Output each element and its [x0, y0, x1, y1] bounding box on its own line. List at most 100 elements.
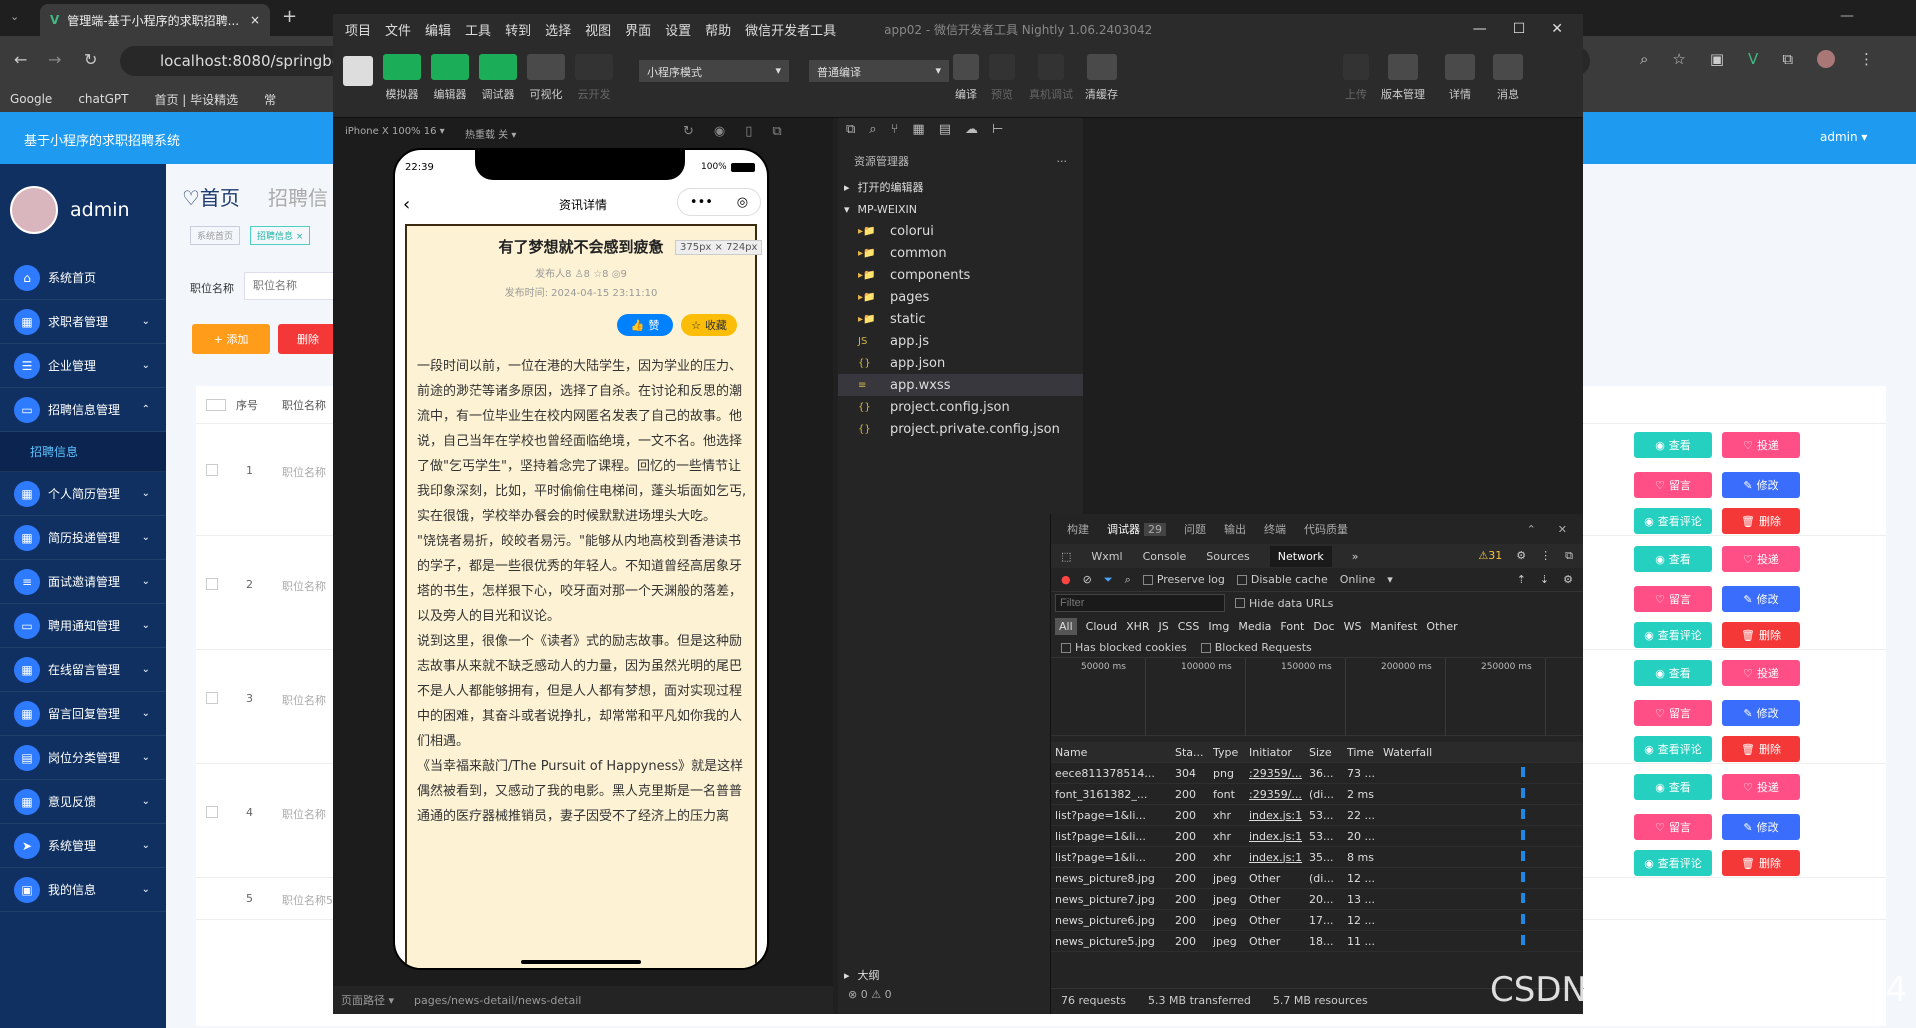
record-icon[interactable]: ◎: [737, 195, 748, 210]
menu-interface[interactable]: 界面: [625, 20, 651, 39]
delete-button[interactable]: 🗑 删除: [1722, 508, 1800, 534]
breadcrumb-home[interactable]: ♡首页: [182, 182, 240, 211]
message-button[interactable]: ♡ 留言: [1634, 472, 1712, 498]
sidebar-item-replies[interactable]: ▦ 留言回复管理 ⌄: [0, 692, 166, 736]
device-select[interactable]: iPhone X 100% 16 ▾: [345, 126, 445, 137]
sidebar-item-my-info[interactable]: ▣ 我的信息 ⌄: [0, 868, 166, 912]
preserve-log-checkbox[interactable]: Preserve log: [1142, 573, 1225, 586]
avatar[interactable]: [343, 56, 373, 86]
deliver-button[interactable]: ♡ 投递: [1722, 432, 1800, 458]
sidebar-item-interviews[interactable]: ≡ 面试邀请管理 ⌄: [0, 560, 166, 604]
new-tab-button[interactable]: +: [282, 6, 297, 27]
refresh-icon[interactable]: ↻: [683, 124, 694, 139]
job-name-search-input[interactable]: [244, 272, 340, 300]
type-filter-xhr[interactable]: XHR: [1126, 620, 1149, 633]
network-request-row[interactable]: news_picture6.jpg 200 jpeg Other 17... 12 ...: [1051, 910, 1583, 931]
network-request-row[interactable]: eece811378514... 304 png:29359/... 36... 73 …: [1051, 763, 1583, 784]
hide-data-urls-checkbox[interactable]: Hide data URLs: [1235, 597, 1333, 610]
extensions-icon[interactable]: ▦: [912, 122, 924, 137]
tab-wxml[interactable]: Wxml: [1091, 550, 1122, 563]
edit-button[interactable]: ✎ 修改: [1722, 472, 1800, 498]
deliver-button[interactable]: ♡ 投递: [1722, 546, 1800, 572]
bulk-delete-button[interactable]: 删除: [278, 324, 338, 354]
close-icon[interactable]: ✕: [1558, 523, 1567, 536]
cloud-icon[interactable]: ☁: [965, 122, 978, 137]
record-icon[interactable]: ●: [1061, 573, 1071, 586]
bookmark-folder[interactable]: 常: [264, 91, 276, 108]
net-col-4[interactable]: Size: [1305, 746, 1343, 759]
menu-icon[interactable]: ⋮: [1859, 50, 1874, 68]
net-col-1[interactable]: Sta...: [1171, 746, 1209, 759]
collect-button[interactable]: ☆ 收藏: [681, 314, 737, 336]
sidebar-item-feedback[interactable]: ▦ 意见反馈 ⌄: [0, 780, 166, 824]
type-filter-js[interactable]: JS: [1159, 620, 1169, 633]
file-tree-item[interactable]: ▸📁 static: [838, 308, 1083, 330]
sidebar-item-companies[interactable]: ☰ 企业管理 ⌄: [0, 344, 166, 388]
tab-debugger[interactable]: 调试器: [1107, 521, 1140, 537]
deliver-button[interactable]: ♡ 投递: [1722, 774, 1800, 800]
blocked-requests-checkbox[interactable]: Blocked Requests: [1200, 641, 1312, 654]
bookmark-google[interactable]: Google: [10, 92, 52, 106]
menu-goto[interactable]: 转到: [505, 20, 531, 39]
visual-toggle[interactable]: 可视化: [527, 54, 565, 102]
cloud-button[interactable]: 云开发: [575, 54, 613, 102]
file-tree-item[interactable]: ▸📁 colorui: [838, 220, 1083, 242]
tag-recruitment[interactable]: 招聘信息 ×: [250, 226, 311, 245]
kebab-icon[interactable]: ⋮: [1540, 549, 1551, 563]
minimize-icon[interactable]: —: [1473, 21, 1487, 37]
sidebar-item-messages[interactable]: ▦ 在线留言管理 ⌄: [0, 648, 166, 692]
select-all-checkbox[interactable]: [206, 398, 226, 411]
puzzle-icon[interactable]: ⧉: [1782, 50, 1793, 68]
zoom-icon[interactable]: ⌕: [1640, 50, 1648, 68]
tab-output[interactable]: 输出: [1224, 521, 1246, 537]
download-icon[interactable]: ⇣: [1540, 573, 1549, 586]
popout-icon[interactable]: ⧉: [772, 124, 781, 139]
stop-icon[interactable]: ◉: [714, 124, 725, 139]
search-icon[interactable]: ⌕: [869, 122, 876, 137]
search-icon[interactable]: ⌕: [1125, 573, 1131, 587]
type-filter-other[interactable]: Other: [1426, 620, 1457, 633]
upload-button[interactable]: 上传: [1343, 54, 1369, 102]
editor-toggle[interactable]: 编辑器: [431, 54, 469, 102]
net-col-0[interactable]: Name: [1051, 746, 1171, 759]
deliver-button[interactable]: ♡ 投递: [1722, 660, 1800, 686]
vue-devtools-icon[interactable]: V: [1748, 50, 1758, 68]
sidebar-item-offers[interactable]: ▭ 聘用通知管理 ⌄: [0, 604, 166, 648]
tab-console[interactable]: Console: [1143, 550, 1187, 563]
sidebar-item-system[interactable]: ➤ 系统管理 ⌄: [0, 824, 166, 868]
warning-count[interactable]: ⚠31: [1478, 549, 1502, 563]
type-filter-font[interactable]: Font: [1280, 620, 1304, 633]
network-request-row[interactable]: font_3161382_... 200 font:29359/... (di... 2…: [1051, 784, 1583, 805]
sidebar-item-categories[interactable]: ▤ 岗位分类管理 ⌄: [0, 736, 166, 780]
view-button[interactable]: ◉ 查看: [1634, 432, 1712, 458]
layout-icon[interactable]: ▤: [939, 122, 951, 137]
tab-network[interactable]: Network: [1269, 545, 1332, 567]
compile-button[interactable]: 编译: [953, 54, 979, 102]
tab-search-icon[interactable]: ⌄: [10, 10, 19, 23]
preview-button[interactable]: 预览: [989, 54, 1015, 102]
row-checkbox[interactable]: [206, 578, 218, 590]
network-request-row[interactable]: list?page=1&li... 200 xhr index.js:1 35... 8 …: [1051, 847, 1583, 868]
open-editors-section[interactable]: ▸ 打开的编辑器: [838, 176, 1083, 198]
tag-home[interactable]: 系统首页: [190, 226, 241, 245]
user-menu[interactable]: admin ▾: [1820, 130, 1867, 144]
menu-view[interactable]: 视图: [585, 20, 611, 39]
like-button[interactable]: 👍 赞: [617, 314, 673, 336]
file-tree-item[interactable]: ▸📁 pages: [838, 286, 1083, 308]
inspect-icon[interactable]: ⬚: [1061, 550, 1071, 563]
network-request-row[interactable]: list?page=1&li... 200 xhr index.js:1 53... 20…: [1051, 826, 1583, 847]
edit-button[interactable]: ✎ 修改: [1722, 700, 1800, 726]
hot-reload-select[interactable]: 热重载 关 ▾: [465, 126, 516, 141]
file-tree-item[interactable]: {} project.private.config.json: [838, 418, 1083, 440]
sidebar-item-home[interactable]: ⌂ 系统首页: [0, 256, 166, 300]
file-tree-item[interactable]: ▸📁 components: [838, 264, 1083, 286]
add-button[interactable]: + 添加: [192, 324, 270, 354]
menu-devtools[interactable]: 微信开发者工具: [745, 20, 836, 39]
file-tree-item[interactable]: {} app.json: [838, 352, 1083, 374]
type-filter-ws[interactable]: WS: [1344, 620, 1362, 633]
network-request-row[interactable]: news_picture5.jpg 200 jpeg Other 18... 11 ...: [1051, 931, 1583, 952]
view-comments-button[interactable]: ◉ 查看评论: [1634, 850, 1712, 876]
sidebar-item-resumes[interactable]: ▦ 个人简历管理 ⌄: [0, 472, 166, 516]
view-button[interactable]: ◉ 查看: [1634, 546, 1712, 572]
type-filter-cloud[interactable]: Cloud: [1086, 620, 1117, 633]
